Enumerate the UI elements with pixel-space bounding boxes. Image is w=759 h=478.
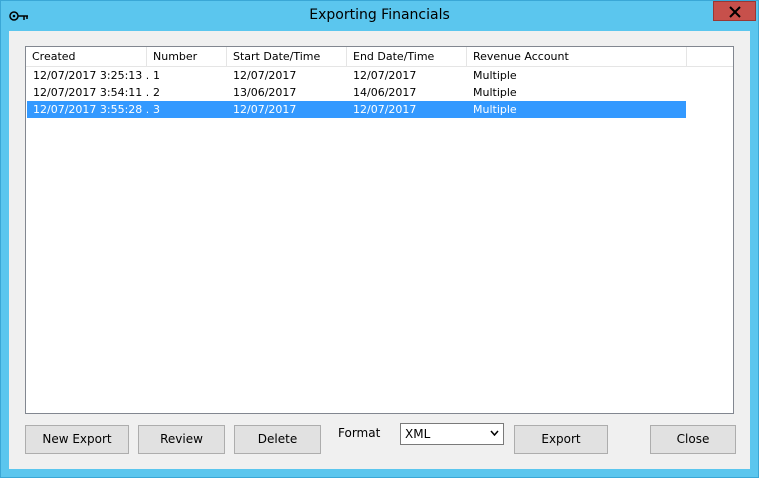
cell-created: 12/07/2017 3:55:28 ... [33, 103, 148, 116]
cell-created: 12/07/2017 3:25:13 ... [33, 69, 148, 82]
window-close-button[interactable] [713, 1, 756, 21]
table-row[interactable]: 12/07/2017 3:54:11 ... 2 13/06/2017 14/0… [27, 84, 686, 101]
new-export-button[interactable]: New Export [25, 425, 129, 454]
column-header-number[interactable]: Number [147, 47, 227, 66]
exports-list[interactable]: Created Number Start Date/Time End Date/… [25, 46, 734, 414]
title-bar[interactable]: Exporting Financials [1, 1, 758, 31]
review-button[interactable]: Review [138, 425, 225, 454]
format-select[interactable]: XML [400, 423, 504, 445]
column-header-account[interactable]: Revenue Account [467, 47, 687, 66]
cell-number: 2 [153, 86, 160, 99]
cell-account: Multiple [473, 86, 517, 99]
format-label: Format [338, 426, 381, 440]
column-header-start[interactable]: Start Date/Time [227, 47, 347, 66]
table-row[interactable]: 12/07/2017 3:25:13 ... 1 12/07/2017 12/0… [27, 67, 686, 84]
format-select-value: XML [405, 427, 431, 441]
table-row-selected[interactable]: 12/07/2017 3:55:28 ... 3 12/07/2017 12/0… [27, 101, 686, 118]
export-button[interactable]: Export [514, 425, 608, 454]
client-area: Created Number Start Date/Time End Date/… [9, 31, 750, 469]
cell-account: Multiple [473, 69, 517, 82]
cell-end: 14/06/2017 [353, 86, 417, 99]
chevron-down-icon [490, 430, 499, 436]
cell-number: 1 [153, 69, 160, 82]
window-title: Exporting Financials [309, 7, 450, 23]
column-header-end[interactable]: End Date/Time [347, 47, 467, 66]
column-header-created[interactable]: Created [26, 47, 147, 66]
cell-start: 12/07/2017 [233, 103, 297, 116]
delete-button[interactable]: Delete [234, 425, 321, 454]
close-icon [729, 6, 741, 18]
cell-end: 12/07/2017 [353, 69, 417, 82]
cell-start: 13/06/2017 [233, 86, 297, 99]
export-window: Exporting Financials Created Number Star… [0, 0, 759, 478]
cell-end: 12/07/2017 [353, 103, 417, 116]
cell-created: 12/07/2017 3:54:11 ... [33, 86, 148, 99]
cell-start: 12/07/2017 [233, 69, 297, 82]
list-header: Created Number Start Date/Time End Date/… [26, 47, 733, 67]
cell-number: 3 [153, 103, 160, 116]
close-button[interactable]: Close [650, 425, 736, 454]
cell-account: Multiple [473, 103, 517, 116]
